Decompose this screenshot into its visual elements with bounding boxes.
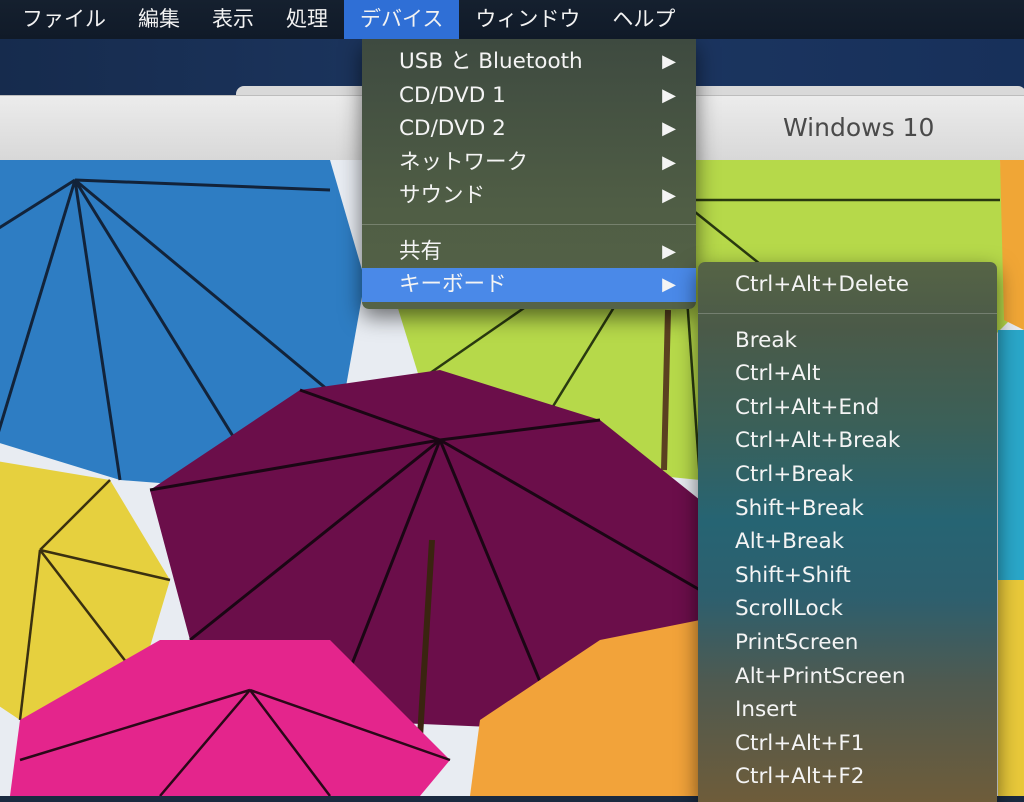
submenu-item-ctrl-alt-f2[interactable]: Ctrl+Alt+F2	[698, 760, 997, 794]
menu-help[interactable]: ヘルプ	[596, 0, 691, 39]
submenu-arrow-icon: ▶	[662, 151, 676, 173]
menu-item-cddvd2[interactable]: CD/DVD 2 ▶	[362, 112, 696, 146]
submenu-item-insert[interactable]: Insert	[698, 693, 997, 727]
menu-item-sharing[interactable]: 共有 ▶	[362, 235, 696, 269]
menu-item-label: サウンド	[399, 183, 486, 208]
submenu-arrow-icon: ▶	[662, 185, 676, 206]
submenu-item-ctrl-alt-break[interactable]: Ctrl+Alt+Break	[698, 424, 997, 458]
keyboard-submenu: Ctrl+Alt+Delete Break Ctrl+Alt Ctrl+Alt+…	[698, 262, 997, 802]
menu-edit[interactable]: 編集	[122, 0, 196, 39]
submenu-item-shift-break[interactable]: Shift+Break	[698, 492, 997, 526]
submenu-arrow-icon: ▶	[662, 274, 676, 295]
submenu-arrow-icon: ▶	[662, 84, 676, 106]
menu-devices[interactable]: デバイス	[344, 0, 460, 39]
submenu-item-printscreen[interactable]: PrintScreen	[698, 626, 997, 660]
menu-item-network[interactable]: ネットワーク ▶	[362, 146, 696, 180]
menu-item-label: 共有	[399, 238, 443, 264]
menu-item-cddvd1[interactable]: CD/DVD 1 ▶	[362, 79, 696, 113]
menu-item-label: CD/DVD 1	[399, 82, 506, 108]
menu-separator	[698, 312, 997, 314]
devices-menu: USB と Bluetooth ▶ CD/DVD 1 ▶ CD/DVD 2 ▶ …	[362, 39, 696, 309]
submenu-item-ctrl-alt-end[interactable]: Ctrl+Alt+End	[698, 391, 997, 425]
submenu-item-break[interactable]: Break	[698, 324, 997, 358]
menu-item-sound[interactable]: サウンド ▶	[362, 179, 696, 213]
menu-window[interactable]: ウィンドウ	[459, 0, 596, 39]
menu-file[interactable]: ファイル	[0, 0, 122, 39]
submenu-item-ctrl-break[interactable]: Ctrl+Break	[698, 458, 997, 492]
menu-item-label: USB と Bluetooth	[399, 49, 583, 74]
submenu-arrow-icon: ▶	[662, 240, 676, 262]
submenu-arrow-icon: ▶	[662, 118, 676, 139]
submenu-item-ctrl-alt-delete[interactable]: Ctrl+Alt+Delete	[698, 268, 997, 302]
submenu-arrow-icon: ▶	[662, 51, 676, 72]
menu-actions[interactable]: 処理	[270, 0, 344, 39]
window-title: Windows 10	[783, 113, 935, 142]
submenu-item-alt-printscreen[interactable]: Alt+PrintScreen	[698, 660, 997, 694]
menu-item-label: キーボード	[399, 272, 507, 297]
menu-item-keyboard[interactable]: キーボード ▶	[362, 268, 696, 302]
submenu-item-shift-shift[interactable]: Shift+Shift	[698, 559, 997, 593]
submenu-item-ctrl-alt[interactable]: Ctrl+Alt	[698, 357, 997, 391]
menu-separator	[362, 223, 696, 225]
menu-item-usb-bluetooth[interactable]: USB と Bluetooth ▶	[362, 45, 696, 79]
menu-bar: ファイル 編集 表示 処理 デバイス ウィンドウ ヘルプ	[0, 0, 1024, 39]
menu-item-label: CD/DVD 2	[399, 116, 506, 141]
submenu-item-scrolllock[interactable]: ScrollLock	[698, 592, 997, 626]
menu-view[interactable]: 表示	[196, 0, 270, 39]
menu-item-label: ネットワーク	[399, 149, 529, 175]
submenu-item-alt-break[interactable]: Alt+Break	[698, 525, 997, 559]
submenu-item-ctrl-alt-f1[interactable]: Ctrl+Alt+F1	[698, 727, 997, 761]
